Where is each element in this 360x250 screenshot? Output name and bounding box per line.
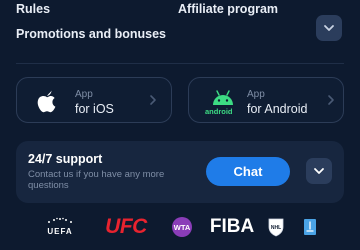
chevron-down-icon	[314, 168, 324, 174]
nhl-text: NHL	[271, 225, 281, 231]
chevron-right-icon	[328, 95, 334, 105]
support-card: 24/7 support Contact us if you have any …	[16, 141, 344, 203]
uefa-logo: UEFA	[38, 215, 82, 239]
affiliate-program-link[interactable]: Affiliate program	[178, 2, 278, 16]
wta-text: WTA	[174, 223, 191, 232]
support-description: Contact us if you have any more question…	[28, 169, 165, 191]
android-app-button[interactable]: android App for Android	[188, 77, 344, 123]
chevron-right-icon	[150, 95, 156, 105]
ios-app-button[interactable]: App for iOS	[16, 77, 172, 123]
android-logo-text: android	[205, 107, 233, 116]
wta-icon: WTA	[172, 217, 192, 237]
partner-logo	[302, 215, 318, 239]
divider	[16, 63, 344, 64]
rules-link[interactable]: Rules	[16, 2, 50, 16]
ufc-logo: UFC	[100, 215, 152, 239]
apple-icon	[37, 90, 56, 113]
nhl-logo: NHL	[266, 215, 286, 239]
chat-button[interactable]: Chat	[206, 157, 290, 186]
support-expand-button[interactable]	[306, 158, 332, 184]
fiba-logo: FIBA	[210, 215, 254, 239]
trophy-icon	[304, 219, 316, 235]
ios-app-small-label: App	[75, 89, 93, 100]
uefa-text: UEFA	[47, 227, 72, 236]
ios-app-label: for iOS	[75, 102, 114, 116]
chevron-down-icon	[324, 25, 334, 31]
fiba-text: FIBA	[209, 216, 255, 237]
nhl-shield-icon: NHL	[268, 218, 284, 237]
links-expand-button[interactable]	[316, 15, 342, 41]
ufc-text: UFC	[105, 215, 147, 238]
android-app-label: for Android	[247, 102, 308, 116]
wta-logo: WTA	[170, 215, 194, 239]
promotions-link[interactable]: Promotions and bonuses	[16, 27, 166, 41]
android-app-small-label: App	[247, 89, 265, 100]
support-title: 24/7 support	[28, 152, 103, 166]
uefa-icon: UEFA	[47, 217, 72, 236]
